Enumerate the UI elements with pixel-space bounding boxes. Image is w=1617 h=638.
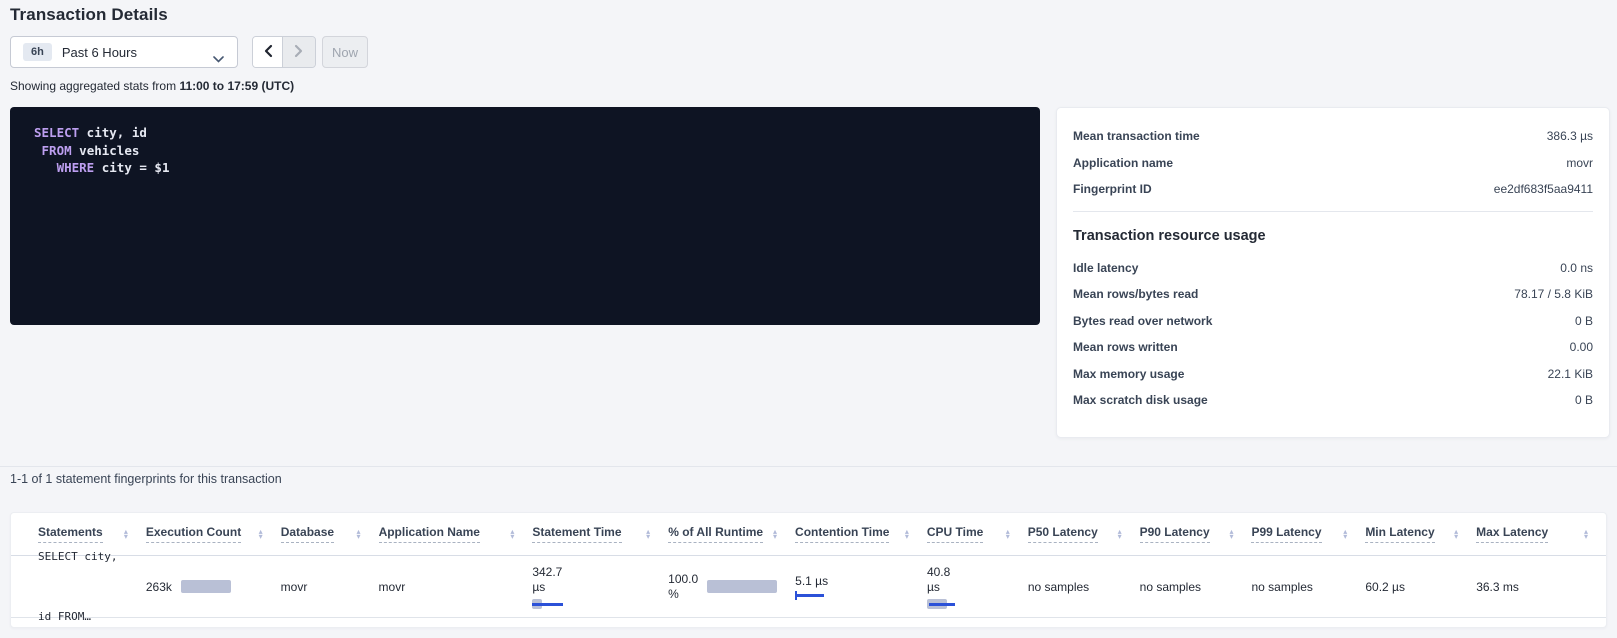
cell-p50-latency: no samples xyxy=(1028,580,1140,594)
summary-label: Idle latency xyxy=(1073,261,1138,275)
column-header-p90-latency[interactable]: P90 Latency ▴▾ xyxy=(1140,525,1252,543)
sort-icon[interactable]: ▴▾ xyxy=(510,529,514,540)
sort-icon[interactable]: ▴▾ xyxy=(259,529,263,540)
summary-value: 78.17 / 5.8 KiB xyxy=(1514,287,1593,301)
cell-cpu-time: 40.8 µs xyxy=(927,565,1028,609)
summary-value: movr xyxy=(1566,156,1593,170)
column-header-contention-time[interactable]: Contention Time ▴▾ xyxy=(795,525,927,543)
sort-icon[interactable]: ▴▾ xyxy=(1006,529,1010,540)
cell-p90-latency: no samples xyxy=(1140,580,1252,594)
statement-link[interactable]: SELECT city, id FROM… xyxy=(38,512,128,628)
aggregated-stats-range: Showing aggregated stats from 11:00 to 1… xyxy=(10,79,294,93)
statements-count-text: 1-1 of 1 statement fingerprints for this… xyxy=(10,472,282,486)
cell-p99-latency: no samples xyxy=(1252,580,1366,594)
column-header-database[interactable]: Database ▴▾ xyxy=(281,525,379,543)
summary-row: Fingerprint ID ee2df683f5aa9411 xyxy=(1057,176,1609,203)
execution-count-bar xyxy=(181,580,231,593)
time-range-label: Past 6 Hours xyxy=(62,45,137,60)
column-header-max-latency[interactable]: Max Latency ▴▾ xyxy=(1476,525,1606,543)
table-row: SELECT city, id FROM… 263k movr movr 342… xyxy=(11,556,1606,618)
summary-row: Idle latency 0.0 ns xyxy=(1057,255,1609,282)
column-header-statement-time[interactable]: Statement Time ▴▾ xyxy=(532,525,668,543)
cell-runtime-pct: 100.0 % xyxy=(668,572,795,602)
transaction-details-page: Transaction Details 6h Past 6 Hours Now … xyxy=(0,0,1617,638)
time-range-badge: 6h xyxy=(23,43,52,61)
summary-row: Application name movr xyxy=(1057,150,1609,177)
sort-icon[interactable]: ▴▾ xyxy=(1118,529,1122,540)
summary-value: 0.0 ns xyxy=(1560,261,1593,275)
column-header-min-latency[interactable]: Min Latency ▴▾ xyxy=(1365,525,1476,543)
table-header-row: Statements ▴▾ Execution Count ▴▾ Databas… xyxy=(11,513,1606,556)
chevron-right-icon xyxy=(294,44,304,61)
column-header-execution-count[interactable]: Execution Count ▴▾ xyxy=(146,525,281,543)
next-time-button[interactable] xyxy=(283,37,315,67)
summary-label: Max scratch disk usage xyxy=(1073,393,1208,407)
summary-divider xyxy=(1073,211,1593,212)
sort-icon[interactable]: ▴▾ xyxy=(1584,529,1588,540)
summary-row: Max scratch disk usage 0 B xyxy=(1057,387,1609,414)
sql-statement-box: SELECT city, id FROM vehicles WHERE city… xyxy=(10,107,1040,325)
column-header-cpu-time[interactable]: CPU Time ▴▾ xyxy=(927,525,1028,543)
summary-value: 0 B xyxy=(1575,314,1593,328)
summary-label: Max memory usage xyxy=(1073,367,1184,381)
summary-row: Mean transaction time 386.3 µs xyxy=(1057,123,1609,150)
summary-value: 0.00 xyxy=(1570,340,1593,354)
section-divider xyxy=(0,466,1617,467)
summary-value: 386.3 µs xyxy=(1547,129,1593,143)
summary-label: Application name xyxy=(1073,156,1173,170)
transaction-summary-card: Mean transaction time 386.3 µs Applicati… xyxy=(1056,107,1610,438)
column-header-p50-latency[interactable]: P50 Latency ▴▾ xyxy=(1028,525,1140,543)
cell-execution-count: 263k xyxy=(146,580,281,594)
summary-label: Mean rows/bytes read xyxy=(1073,287,1198,301)
stats-range-prefix: Showing aggregated stats from xyxy=(10,79,179,93)
summary-label: Bytes read over network xyxy=(1073,314,1212,328)
sort-icon[interactable]: ▴▾ xyxy=(1343,529,1347,540)
summary-value: 0 B xyxy=(1575,393,1593,407)
summary-value: ee2df683f5aa9411 xyxy=(1494,182,1593,196)
time-step-button-group xyxy=(252,36,316,68)
cell-contention-time: 5.1 µs xyxy=(795,574,927,600)
cell-statement[interactable]: SELECT city, id FROM… xyxy=(38,512,146,628)
cell-application-name: movr xyxy=(379,580,533,594)
summary-row: Mean rows/bytes read 78.17 / 5.8 KiB xyxy=(1057,281,1609,308)
sql-line: SELECT city, id xyxy=(34,124,1040,142)
sort-icon[interactable]: ▴▾ xyxy=(357,529,361,540)
summary-row: Bytes read over network 0 B xyxy=(1057,308,1609,335)
contention-time-bar xyxy=(795,591,827,600)
chevron-down-icon xyxy=(213,50,224,68)
sql-line: FROM vehicles xyxy=(34,142,1040,160)
statements-table: Statements ▴▾ Execution Count ▴▾ Databas… xyxy=(10,512,1607,628)
sort-icon[interactable]: ▴▾ xyxy=(1454,529,1458,540)
summary-label: Mean rows written xyxy=(1073,340,1178,354)
column-header-application-name[interactable]: Application Name ▴▾ xyxy=(379,525,533,543)
cell-statement-time: 342.7 µs xyxy=(532,565,668,609)
cell-max-latency: 36.3 ms xyxy=(1476,580,1606,594)
summary-value: 22.1 KiB xyxy=(1548,367,1593,381)
page-title: Transaction Details xyxy=(10,5,168,25)
cpu-time-bar xyxy=(927,599,957,609)
runtime-pct-bar xyxy=(707,580,777,593)
previous-time-button[interactable] xyxy=(253,37,283,67)
sort-icon[interactable]: ▴▾ xyxy=(905,529,909,540)
time-range-dropdown[interactable]: 6h Past 6 Hours xyxy=(10,36,238,68)
summary-label: Fingerprint ID xyxy=(1073,182,1152,196)
summary-row: Max memory usage 22.1 KiB xyxy=(1057,361,1609,388)
resource-usage-heading: Transaction resource usage xyxy=(1057,221,1609,255)
now-button[interactable]: Now xyxy=(322,36,368,68)
sort-icon[interactable]: ▴▾ xyxy=(646,529,650,540)
chevron-left-icon xyxy=(263,44,273,61)
stats-range-value: 11:00 to 17:59 (UTC) xyxy=(179,79,294,93)
summary-row: Mean rows written 0.00 xyxy=(1057,334,1609,361)
cell-database: movr xyxy=(281,580,379,594)
column-header-p99-latency[interactable]: P99 Latency ▴▾ xyxy=(1251,525,1365,543)
sql-line: WHERE city = $1 xyxy=(34,159,1040,177)
summary-label: Mean transaction time xyxy=(1073,129,1200,143)
sort-icon[interactable]: ▴▾ xyxy=(1229,529,1233,540)
column-header-runtime-pct[interactable]: % of All Runtime ▴▾ xyxy=(668,525,795,543)
sort-icon[interactable]: ▴▾ xyxy=(773,529,777,540)
statement-time-bar xyxy=(532,599,566,609)
cell-min-latency: 60.2 µs xyxy=(1365,580,1476,594)
